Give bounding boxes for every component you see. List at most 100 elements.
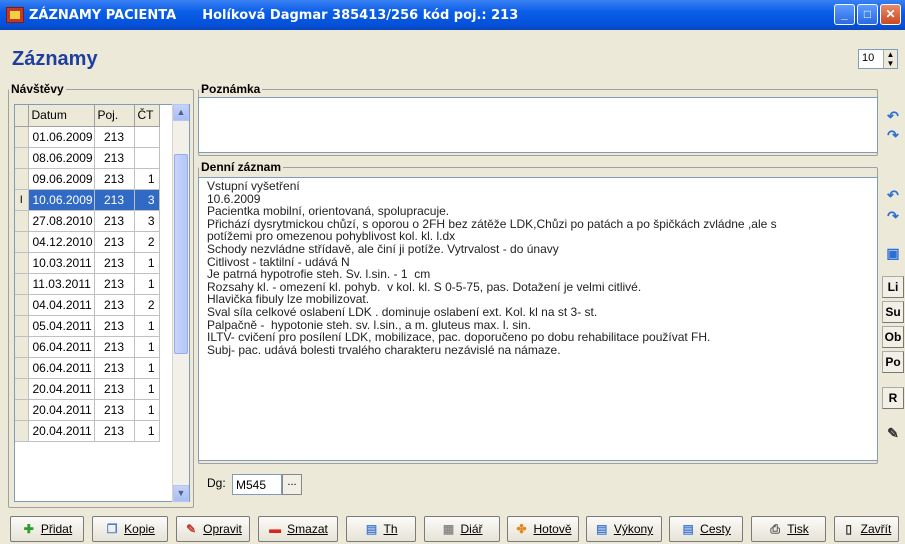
undo-icon[interactable]: ↶: [884, 186, 902, 204]
visit-date[interactable]: 20.04.2011: [28, 399, 95, 421]
visit-ct[interactable]: 3: [134, 189, 160, 211]
visit-ct[interactable]: 1: [134, 357, 160, 379]
edit-button[interactable]: ✎ Opravit: [176, 516, 250, 542]
visit-poj[interactable]: 213: [94, 126, 135, 148]
daily-record-field[interactable]: Vstupní vyšetření 10.6.2009 Pacientka mobi…: [198, 177, 878, 461]
side-button-su[interactable]: Su: [882, 301, 904, 323]
visit-date[interactable]: 27.08.2010: [28, 210, 95, 232]
column-header-ct[interactable]: ČT: [134, 105, 160, 127]
visit-row[interactable]: 06.04.2011 213 1: [15, 336, 160, 358]
diagnosis-browse-button[interactable]: ...: [282, 474, 302, 495]
visit-poj[interactable]: 213: [94, 168, 135, 190]
side-button-po[interactable]: Po: [882, 351, 904, 373]
done-button[interactable]: ✤ Hotově: [507, 516, 579, 542]
visit-date[interactable]: 04.12.2010: [28, 231, 95, 253]
redo-icon[interactable]: ↷: [884, 207, 902, 225]
visit-ct[interactable]: 1: [134, 252, 160, 274]
visit-row[interactable]: 04.04.2011 213 2: [15, 294, 160, 316]
visit-ct[interactable]: 1: [134, 420, 160, 442]
visit-date[interactable]: 05.04.2011: [28, 315, 95, 337]
visit-row[interactable]: 01.06.2009 213: [15, 126, 160, 148]
side-button-r[interactable]: R: [882, 387, 904, 409]
visit-poj[interactable]: 213: [94, 357, 135, 379]
redo-icon[interactable]: ↷: [884, 126, 902, 144]
visit-ct[interactable]: 1: [134, 378, 160, 400]
visit-poj[interactable]: 213: [94, 378, 135, 400]
side-button-ob[interactable]: Ob: [882, 326, 904, 348]
visit-poj[interactable]: 213: [94, 147, 135, 169]
visit-date[interactable]: 20.04.2011: [28, 420, 95, 442]
visit-ct[interactable]: 3: [134, 210, 160, 232]
column-header-poj[interactable]: Poj.: [94, 105, 135, 127]
close-button[interactable]: ▯ Zavřít: [834, 516, 899, 542]
visit-ct[interactable]: [134, 126, 160, 148]
window-icon[interactable]: ▣: [884, 244, 902, 262]
visit-row[interactable]: 08.06.2009 213: [15, 147, 160, 169]
minimize-button[interactable]: _: [834, 4, 855, 25]
visit-poj[interactable]: 213: [94, 399, 135, 421]
close-window-button[interactable]: ✕: [880, 4, 901, 25]
visit-date[interactable]: 11.03.2011: [28, 273, 95, 295]
visit-ct[interactable]: 2: [134, 231, 160, 253]
eraser-icon[interactable]: ✎: [884, 424, 902, 442]
maximize-button[interactable]: □: [857, 4, 878, 25]
row-indicator[interactable]: I: [15, 189, 29, 211]
visit-row[interactable]: 10.03.2011 213 1: [15, 252, 160, 274]
visit-ct[interactable]: 1: [134, 399, 160, 421]
visit-poj[interactable]: 213: [94, 420, 135, 442]
row-indicator[interactable]: [15, 231, 29, 253]
visit-row[interactable]: 27.08.2010 213 3: [15, 210, 160, 232]
th-button[interactable]: ▤ Th: [346, 516, 416, 542]
visit-ct[interactable]: [134, 147, 160, 169]
visit-date[interactable]: 20.04.2011: [28, 378, 95, 400]
row-indicator[interactable]: [15, 378, 29, 400]
add-button[interactable]: ✚ Přidat: [10, 516, 84, 542]
page-count-value[interactable]: 10: [859, 50, 883, 68]
visit-poj[interactable]: 213: [94, 189, 135, 211]
scroll-up-icon[interactable]: ▲: [173, 104, 189, 121]
delete-button[interactable]: ▬ Smazat: [258, 516, 338, 542]
visit-poj[interactable]: 213: [94, 294, 135, 316]
visit-poj[interactable]: 213: [94, 315, 135, 337]
visit-ct[interactable]: 1: [134, 315, 160, 337]
row-indicator[interactable]: [15, 252, 29, 274]
visit-date[interactable]: 09.06.2009: [28, 168, 95, 190]
visits-scrollbar[interactable]: ▲ ▼: [172, 104, 189, 502]
visit-row[interactable]: 20.04.2011 213 1: [15, 399, 160, 421]
spinner-arrows-icon[interactable]: ▲ ▼: [883, 50, 897, 68]
visit-row[interactable]: 09.06.2009 213 1: [15, 168, 160, 190]
visit-date[interactable]: 04.04.2011: [28, 294, 95, 316]
diagnosis-input[interactable]: M545: [232, 474, 282, 495]
row-indicator[interactable]: [15, 315, 29, 337]
print-button[interactable]: ⎙ Tisk: [751, 516, 826, 542]
visit-row[interactable]: 05.04.2011 213 1: [15, 315, 160, 337]
scroll-thumb[interactable]: [174, 154, 188, 354]
diary-button[interactable]: ▦ Diář: [424, 516, 500, 542]
procedures-button[interactable]: ▤ Výkony: [586, 516, 662, 542]
visit-row[interactable]: I 10.06.2009 213 3: [15, 189, 160, 211]
row-indicator[interactable]: [15, 399, 29, 421]
visits-table[interactable]: Datum Poj. ČT 01.06.2009 213 08.06.2009 213…: [14, 104, 190, 502]
visit-ct[interactable]: 1: [134, 273, 160, 295]
row-indicator[interactable]: [15, 168, 29, 190]
visit-date[interactable]: 10.06.2009: [28, 189, 95, 211]
visit-date[interactable]: 06.04.2011: [28, 336, 95, 358]
visit-date[interactable]: 01.06.2009: [28, 126, 95, 148]
visit-row[interactable]: 06.04.2011 213 1: [15, 357, 160, 379]
visit-poj[interactable]: 213: [94, 210, 135, 232]
row-indicator[interactable]: [15, 126, 29, 148]
visit-ct[interactable]: 1: [134, 168, 160, 190]
visit-poj[interactable]: 213: [94, 252, 135, 274]
side-button-li[interactable]: Li: [882, 276, 904, 298]
visit-date[interactable]: 08.06.2009: [28, 147, 95, 169]
row-indicator[interactable]: [15, 210, 29, 232]
column-header-date[interactable]: Datum: [28, 105, 95, 127]
scroll-down-icon[interactable]: ▼: [173, 485, 189, 502]
trips-button[interactable]: ▤ Cesty: [669, 516, 743, 542]
page-count-spinner[interactable]: 10 ▲ ▼: [858, 49, 898, 69]
visit-poj[interactable]: 213: [94, 231, 135, 253]
undo-icon[interactable]: ↶: [884, 107, 902, 125]
row-indicator[interactable]: [15, 336, 29, 358]
visit-row[interactable]: 20.04.2011 213 1: [15, 378, 160, 400]
visit-row[interactable]: 20.04.2011 213 1: [15, 420, 160, 442]
